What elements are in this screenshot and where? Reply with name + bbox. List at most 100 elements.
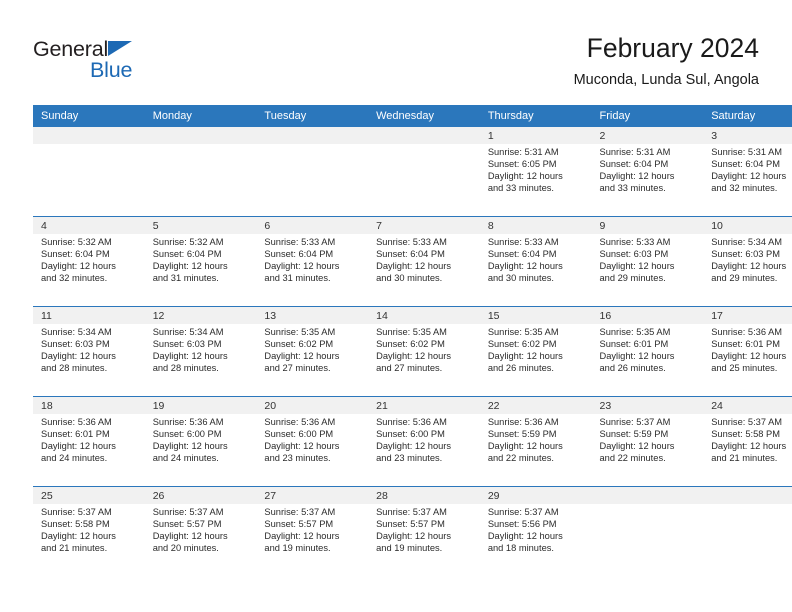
day-number-band: 29 xyxy=(479,487,592,504)
daylight-line-1: Daylight: 12 hours xyxy=(711,440,787,451)
day-number: 2 xyxy=(599,130,606,142)
day-detail-text: Sunrise: 5:37 AM Sunset: 5:58 PM Daylight:… xyxy=(33,504,145,555)
calendar-day-cell[interactable]: 14 Sunrise: 5:35 AM Sunset: 6:02 PM Dayligh… xyxy=(368,306,480,397)
day-detail-text xyxy=(368,144,480,147)
calendar-day-cell[interactable]: 8 Sunrise: 5:33 AM Sunset: 6:04 PM Daylight… xyxy=(479,216,592,307)
sunrise-line: Sunrise: 5:35 AM xyxy=(599,327,671,337)
day-number-band: 11 xyxy=(33,307,145,324)
day-number: 10 xyxy=(711,220,723,232)
sunset-line: Sunset: 6:02 PM xyxy=(264,338,334,349)
calendar-body: 1 Sunrise: 5:31 AM Sunset: 6:05 PM Daylight… xyxy=(33,127,792,576)
day-detail-text: Sunrise: 5:37 AM Sunset: 5:58 PM Daylight:… xyxy=(703,414,792,465)
day-number: 17 xyxy=(711,310,723,322)
calendar-day-cell[interactable]: 13 Sunrise: 5:35 AM Sunset: 6:02 PM Dayligh… xyxy=(256,306,369,397)
sunset-line: Sunset: 6:02 PM xyxy=(487,338,557,349)
day-detail-text: Sunrise: 5:35 AM Sunset: 6:02 PM Daylight:… xyxy=(368,324,480,375)
day-detail-text: Sunrise: 5:36 AM Sunset: 6:01 PM Daylight:… xyxy=(33,414,145,465)
calendar-day-cell[interactable]: 12 Sunrise: 5:34 AM Sunset: 6:03 PM Dayligh… xyxy=(144,306,257,397)
daylight-line-1: Daylight: 12 hours xyxy=(487,350,563,361)
sunrise-line: Sunrise: 5:31 AM xyxy=(711,147,783,157)
sunrise-line: Sunrise: 5:32 AM xyxy=(41,237,112,247)
calendar-day-cell[interactable]: 21 Sunrise: 5:36 AM Sunset: 6:00 PM Dayligh… xyxy=(368,396,480,487)
day-number-band: 8 xyxy=(479,217,592,234)
day-number: 26 xyxy=(152,490,165,502)
calendar-day-cell[interactable]: 10 Sunrise: 5:34 AM Sunset: 6:03 PM Dayligh… xyxy=(703,216,792,307)
calendar-day-cell[interactable]: 23 Sunrise: 5:37 AM Sunset: 5:59 PM Dayligh… xyxy=(591,396,704,487)
calendar-day-cell[interactable]: 18 Sunrise: 5:36 AM Sunset: 6:01 PM Dayligh… xyxy=(33,396,145,487)
day-detail-text xyxy=(145,144,257,147)
day-number-band: 12 xyxy=(144,307,257,324)
title-block: February 2024 Muconda, Lunda Sul, Angola xyxy=(574,33,759,89)
day-number: 3 xyxy=(711,130,718,142)
sunrise-line: Sunrise: 5:37 AM xyxy=(376,507,447,517)
daylight-line-2: and 19 minutes. xyxy=(264,542,331,553)
calendar-week-row: 1 Sunrise: 5:31 AM Sunset: 6:05 PM Daylight… xyxy=(33,127,792,217)
day-number-band: 1 xyxy=(479,127,592,144)
sunrise-line: Sunrise: 5:34 AM xyxy=(152,327,224,337)
calendar-day-cell[interactable]: 25 Sunrise: 5:37 AM Sunset: 5:58 PM Dayligh… xyxy=(33,486,145,576)
calendar-day-cell[interactable]: 28 Sunrise: 5:37 AM Sunset: 5:57 PM Dayligh… xyxy=(368,486,480,576)
calendar-day-cell[interactable]: 3 Sunrise: 5:31 AM Sunset: 6:04 PM Daylight… xyxy=(703,127,792,217)
calendar-day-cell[interactable]: 1 Sunrise: 5:31 AM Sunset: 6:05 PM Daylight… xyxy=(479,127,592,217)
calendar-day-cell[interactable]: 19 Sunrise: 5:36 AM Sunset: 6:00 PM Dayligh… xyxy=(144,396,257,487)
sunset-line: Sunset: 6:03 PM xyxy=(41,338,110,349)
daylight-line-2: and 30 minutes. xyxy=(487,272,554,283)
day-number-band: 27 xyxy=(256,487,369,504)
day-detail-text: Sunrise: 5:34 AM Sunset: 6:03 PM Daylight:… xyxy=(145,324,257,375)
weekday-header-monday: Monday xyxy=(144,105,257,127)
day-number-band: 25 xyxy=(33,487,145,504)
sunrise-line: Sunrise: 5:33 AM xyxy=(599,237,671,247)
calendar-day-cell[interactable]: 26 Sunrise: 5:37 AM Sunset: 5:57 PM Dayligh… xyxy=(144,486,257,576)
sunset-line: Sunset: 5:58 PM xyxy=(41,518,110,529)
calendar-week-row: 18 Sunrise: 5:36 AM Sunset: 6:01 PM Dayligh… xyxy=(33,396,792,487)
day-detail-text: Sunrise: 5:34 AM Sunset: 6:03 PM Daylight:… xyxy=(33,324,145,375)
sunset-line: Sunset: 6:04 PM xyxy=(376,248,445,259)
sunrise-line: Sunrise: 5:33 AM xyxy=(264,237,336,247)
day-detail-text: Sunrise: 5:32 AM Sunset: 6:04 PM Daylight:… xyxy=(145,234,257,285)
daylight-line-2: and 30 minutes. xyxy=(376,272,443,283)
daylight-line-1: Daylight: 12 hours xyxy=(41,260,116,271)
calendar-day-cell[interactable]: 29 Sunrise: 5:37 AM Sunset: 5:56 PM Dayligh… xyxy=(479,486,592,576)
day-number: 9 xyxy=(599,220,606,232)
day-number: 18 xyxy=(41,400,53,412)
daylight-line-1: Daylight: 12 hours xyxy=(376,440,452,451)
calendar-day-cell[interactable]: 17 Sunrise: 5:36 AM Sunset: 6:01 PM Dayligh… xyxy=(703,306,792,397)
daylight-line-2: and 26 minutes. xyxy=(487,362,554,373)
calendar-day-cell[interactable]: 9 Sunrise: 5:33 AM Sunset: 6:03 PM Daylight… xyxy=(591,216,704,307)
daylight-line-1: Daylight: 12 hours xyxy=(599,350,675,361)
calendar-day-cell[interactable]: 7 Sunrise: 5:33 AM Sunset: 6:04 PM Daylight… xyxy=(368,216,480,307)
sunset-line: Sunset: 6:01 PM xyxy=(711,338,780,349)
calendar-day-cell[interactable]: 22 Sunrise: 5:36 AM Sunset: 5:59 PM Dayligh… xyxy=(479,396,592,487)
calendar-day-cell[interactable]: 5 Sunrise: 5:32 AM Sunset: 6:04 PM Daylight… xyxy=(144,216,257,307)
daylight-line-1: Daylight: 12 hours xyxy=(487,530,563,541)
sunrise-line: Sunrise: 5:34 AM xyxy=(41,327,112,337)
day-number-band: 19 xyxy=(144,397,257,414)
day-detail-text: Sunrise: 5:36 AM Sunset: 5:59 PM Daylight:… xyxy=(480,414,592,465)
calendar-day-cell[interactable]: 6 Sunrise: 5:33 AM Sunset: 6:04 PM Daylight… xyxy=(256,216,369,307)
sunrise-line: Sunrise: 5:36 AM xyxy=(376,417,447,427)
day-number: 19 xyxy=(152,400,165,412)
day-number-band: 7 xyxy=(368,217,480,234)
daylight-line-2: and 20 minutes. xyxy=(152,542,219,553)
calendar-day-cell[interactable]: 27 Sunrise: 5:37 AM Sunset: 5:57 PM Dayligh… xyxy=(256,486,369,576)
day-detail-text: Sunrise: 5:37 AM Sunset: 5:57 PM Daylight:… xyxy=(145,504,257,555)
calendar-day-cell[interactable]: 20 Sunrise: 5:36 AM Sunset: 6:00 PM Dayligh… xyxy=(256,396,369,487)
day-detail-text xyxy=(592,504,704,507)
sunset-line: Sunset: 6:03 PM xyxy=(599,248,669,259)
calendar-day-cell[interactable]: 4 Sunrise: 5:32 AM Sunset: 6:04 PM Daylight… xyxy=(33,216,145,307)
sunset-line: Sunset: 5:57 PM xyxy=(264,518,334,529)
calendar-day-cell[interactable]: 24 Sunrise: 5:37 AM Sunset: 5:58 PM Dayligh… xyxy=(703,396,792,487)
day-number-band: 13 xyxy=(256,307,369,324)
calendar-day-cell[interactable]: 2 Sunrise: 5:31 AM Sunset: 6:04 PM Daylight… xyxy=(591,127,704,217)
sunset-line: Sunset: 6:00 PM xyxy=(376,428,445,439)
day-number: 4 xyxy=(41,220,47,232)
daylight-line-1: Daylight: 12 hours xyxy=(264,350,340,361)
daylight-line-1: Daylight: 12 hours xyxy=(41,440,116,451)
general-blue-logo[interactable]: General Blue xyxy=(33,37,213,89)
sunrise-line: Sunrise: 5:35 AM xyxy=(376,327,447,337)
calendar-day-cell[interactable]: 11 Sunrise: 5:34 AM Sunset: 6:03 PM Dayligh… xyxy=(33,306,145,397)
weekday-header-saturday: Saturday xyxy=(703,105,792,127)
calendar-day-cell[interactable]: 16 Sunrise: 5:35 AM Sunset: 6:01 PM Dayligh… xyxy=(591,306,704,397)
day-number: 25 xyxy=(41,490,53,502)
calendar-day-cell[interactable]: 15 Sunrise: 5:35 AM Sunset: 6:02 PM Dayligh… xyxy=(479,306,592,397)
